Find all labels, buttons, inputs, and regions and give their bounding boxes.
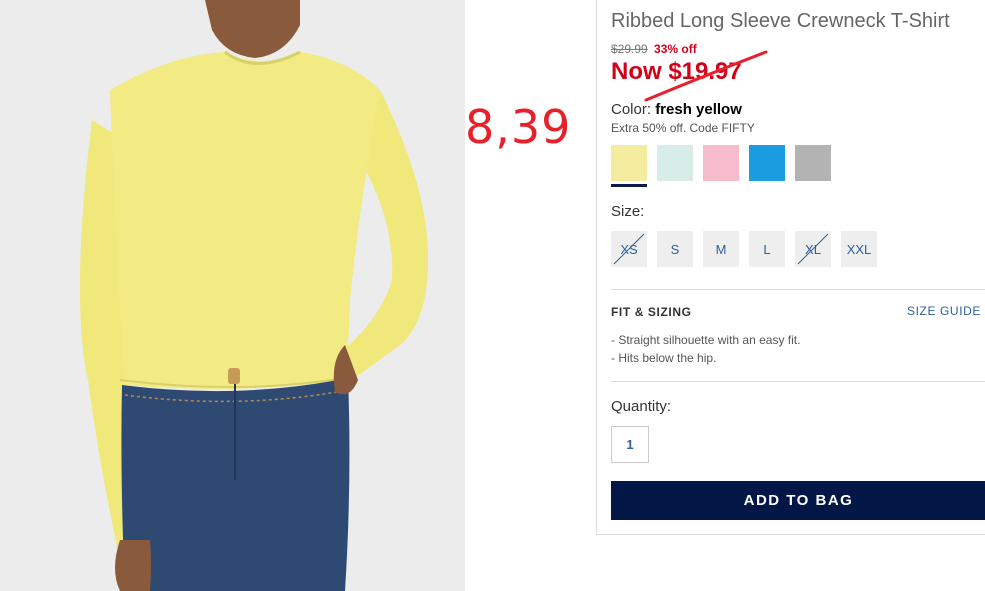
add-to-bag-button[interactable]: ADD TO BAG — [611, 481, 985, 520]
handwritten-price-annotation: 8,39 — [465, 100, 572, 154]
swatch-pink[interactable] — [703, 145, 739, 181]
fit-sizing-heading: FIT & SIZING — [611, 305, 692, 319]
size-guide-link[interactable]: SIZE GUIDE — [907, 304, 981, 318]
divider — [611, 381, 985, 382]
fit-bullet-text: Hits below the hip. — [618, 351, 717, 365]
quantity-label: Quantity: — [611, 398, 672, 415]
size-option-label: M — [715, 241, 727, 257]
color-selection-label: Color: fresh yellow — [611, 101, 742, 118]
size-option-label: S — [670, 241, 680, 257]
fit-bullet: - Hits below the hip. — [611, 351, 717, 365]
size-option-label: XXL — [846, 241, 872, 257]
size-xs-button[interactable]: XS — [611, 231, 647, 267]
quantity-input[interactable] — [611, 426, 649, 463]
size-xl-button[interactable]: XL — [795, 231, 831, 267]
unavailable-strike-icon — [613, 233, 645, 265]
product-info-panel: Ribbed Long Sleeve Crewneck T-Shirt $29.… — [596, 0, 985, 535]
model-photo — [0, 0, 465, 591]
fit-bullet: - Straight silhouette with an easy fit. — [611, 333, 801, 347]
original-price: $29.99 — [611, 42, 648, 56]
swatch-fresh-yellow[interactable] — [611, 145, 647, 181]
size-option-label: L — [763, 241, 771, 257]
price-row: $29.99 33% off — [611, 42, 697, 56]
product-title: Ribbed Long Sleeve Crewneck T-Shirt — [611, 10, 950, 32]
product-image — [0, 0, 465, 591]
size-l-button[interactable]: L — [749, 231, 785, 267]
color-label: Color: — [611, 101, 652, 118]
fit-bullet-text: Straight silhouette with an easy fit. — [618, 333, 801, 347]
size-m-button[interactable]: M — [703, 231, 739, 267]
swatch-mint[interactable] — [657, 145, 693, 181]
promo-text: Extra 50% off. Code FIFTY — [611, 121, 755, 135]
color-name: fresh yellow — [655, 101, 742, 118]
swatch-grey[interactable] — [795, 145, 831, 181]
size-xxl-button[interactable]: XXL — [841, 231, 877, 267]
swatch-blue[interactable] — [749, 145, 785, 181]
sale-price: Now $19.97 — [611, 58, 742, 85]
size-label: Size: — [611, 203, 645, 220]
divider — [611, 289, 985, 290]
discount-badge: 33% off — [654, 42, 697, 56]
size-s-button[interactable]: S — [657, 231, 693, 267]
unavailable-strike-icon — [797, 233, 829, 265]
selected-swatch-indicator — [611, 184, 647, 187]
